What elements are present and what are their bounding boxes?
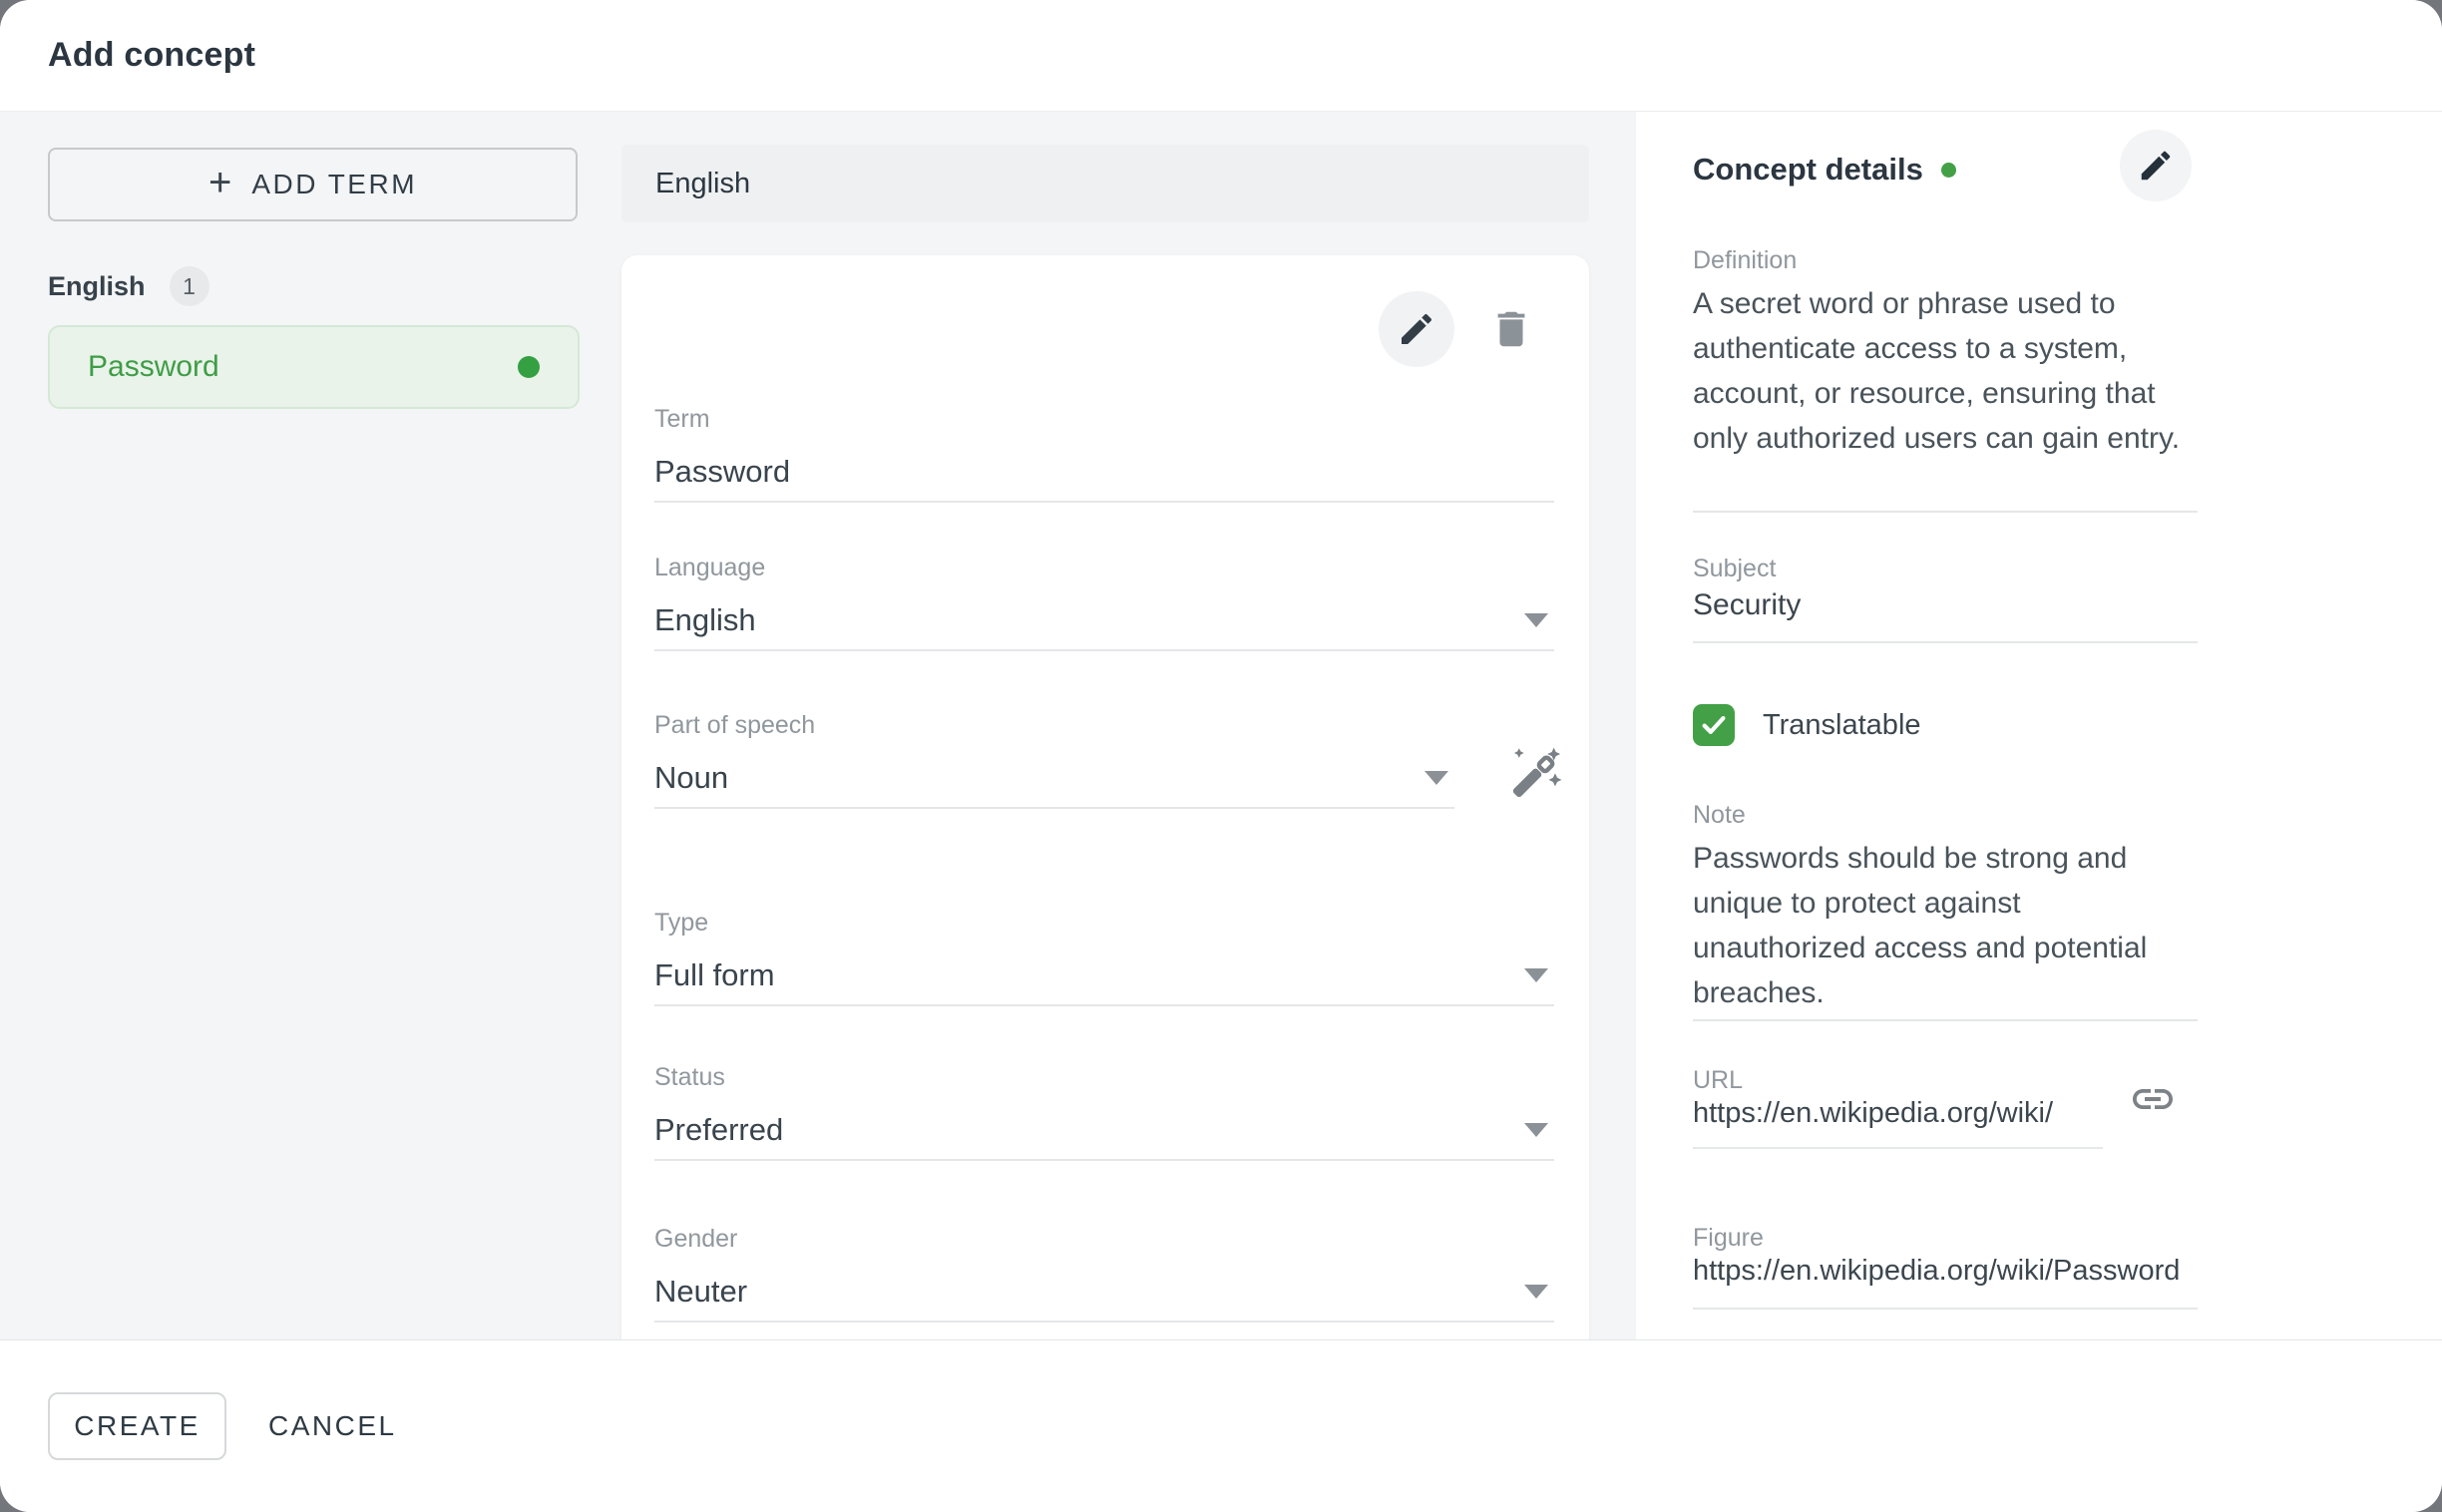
delete-term-button[interactable]: [1488, 306, 1534, 352]
subject-label: Subject: [1693, 555, 1776, 583]
field-part-of-speech-label: Part of speech: [654, 711, 1454, 741]
term-input-value: Password: [654, 454, 790, 490]
auto-detect-part-of-speech-button[interactable]: [1502, 745, 1564, 807]
dialog-footer: CREATE CANCEL: [0, 1339, 2442, 1512]
term-card: Term Password Language English Part of s…: [621, 255, 1589, 1339]
concept-status-dot: [1941, 163, 1956, 178]
subject-field[interactable]: Security: [1693, 588, 1801, 622]
pencil-icon: [1397, 309, 1436, 349]
figure-field[interactable]: https://en.wikipedia.org/wiki/Password: [1693, 1255, 2205, 1288]
group-language-label: English: [48, 271, 146, 302]
part-of-speech-select[interactable]: Noun: [654, 749, 1454, 809]
field-language-label: Language: [654, 554, 1554, 583]
gender-select-value: Neuter: [654, 1274, 747, 1310]
url-label: URL: [1693, 1066, 1743, 1095]
term-language-group: English 1: [48, 264, 209, 308]
dialog-content: + ADD TERM English 1 Password English: [0, 112, 2442, 1339]
type-select[interactable]: Full form: [654, 946, 1554, 1006]
create-button[interactable]: CREATE: [48, 1392, 226, 1460]
divider: [1693, 1147, 2103, 1149]
note-label: Note: [1693, 801, 1746, 830]
field-term: Term Password: [654, 405, 1554, 503]
checkbox-checked-icon[interactable]: [1693, 704, 1735, 746]
add-term-button[interactable]: + ADD TERM: [48, 148, 578, 221]
divider: [1693, 511, 2198, 513]
term-editor-column: English Term: [621, 112, 1589, 1339]
magic-wand-icon: [1502, 745, 1564, 807]
concept-details-title: Concept details: [1693, 152, 1923, 188]
term-card-actions: [1379, 291, 1534, 367]
term-list-item-password[interactable]: Password: [48, 325, 580, 409]
definition-label: Definition: [1693, 246, 1797, 275]
cancel-button[interactable]: CANCEL: [262, 1400, 403, 1452]
status-select[interactable]: Preferred: [654, 1101, 1554, 1161]
chevron-down-icon: [1524, 613, 1548, 627]
concept-details-panel: Concept details Definition A secret word…: [1636, 112, 2442, 1339]
edit-term-button[interactable]: [1379, 291, 1454, 367]
figure-label: Figure: [1693, 1224, 1764, 1253]
term-status-dot: [518, 356, 540, 378]
pencil-icon: [2137, 147, 2175, 185]
translatable-label: Translatable: [1763, 709, 1921, 742]
term-input[interactable]: Password: [654, 443, 1554, 503]
chevron-down-icon: [1524, 968, 1548, 982]
chevron-down-icon: [1524, 1123, 1548, 1137]
field-term-label: Term: [654, 405, 1554, 435]
status-select-value: Preferred: [654, 1112, 783, 1148]
concept-details-header: Concept details: [1693, 152, 1956, 188]
divider: [1693, 1308, 2198, 1310]
field-type: Type Full form: [654, 909, 1554, 1006]
term-language-header-label: English: [655, 168, 750, 200]
term-language-header: English: [621, 145, 1589, 222]
translatable-checkbox-row[interactable]: Translatable: [1693, 704, 1921, 746]
edit-concept-details-button[interactable]: [2120, 130, 2192, 201]
add-term-label: ADD TERM: [251, 169, 417, 200]
open-link-button[interactable]: [2129, 1075, 2177, 1123]
url-field[interactable]: https://en.wikipedia.org/wiki/: [1693, 1097, 2053, 1130]
field-type-label: Type: [654, 909, 1554, 939]
type-select-value: Full form: [654, 957, 775, 993]
field-language: Language English: [654, 554, 1554, 651]
part-of-speech-select-value: Noun: [654, 760, 728, 796]
field-status: Status Preferred: [654, 1063, 1554, 1161]
field-gender: Gender Neuter: [654, 1225, 1554, 1323]
field-status-label: Status: [654, 1063, 1554, 1093]
dialog-header: Add concept: [0, 0, 2442, 112]
divider: [1693, 641, 2198, 643]
chevron-down-icon: [1524, 1285, 1548, 1299]
term-chip-label: Password: [88, 350, 219, 384]
term-count-badge: 1: [170, 266, 209, 306]
page-title: Add concept: [48, 36, 255, 75]
definition-field[interactable]: A secret word or phrase used to authenti…: [1693, 281, 2198, 461]
add-concept-dialog: Add concept + ADD TERM English 1 Passwor…: [0, 0, 2442, 1512]
chevron-down-icon: [1424, 771, 1448, 785]
link-icon: [2129, 1075, 2177, 1123]
trash-icon: [1488, 306, 1534, 352]
language-select[interactable]: English: [654, 591, 1554, 651]
field-part-of-speech: Part of speech Noun: [654, 711, 1454, 809]
plus-icon: +: [208, 163, 231, 202]
language-select-value: English: [654, 602, 756, 638]
divider: [1693, 1019, 2198, 1021]
note-field[interactable]: Passwords should be strong and unique to…: [1693, 836, 2198, 1015]
field-gender-label: Gender: [654, 1225, 1554, 1255]
gender-select[interactable]: Neuter: [654, 1263, 1554, 1323]
